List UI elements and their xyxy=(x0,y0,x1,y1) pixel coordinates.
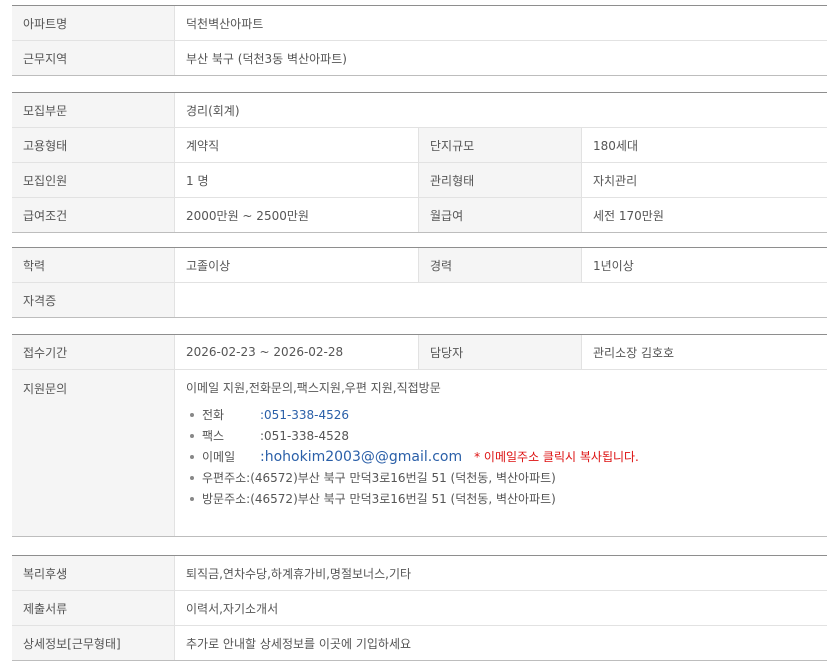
application-table: 접수기간 2026-02-23 ~ 2026-02-28 담당자 관리소장 김호… xyxy=(12,334,827,537)
list-item: 이메일 :hohokim2003@@gmail.com * 이메일주소 클릭시 … xyxy=(186,446,639,467)
salary-value: 2000만원 ~ 2500만원 xyxy=(174,198,418,232)
email-copy-note: * 이메일주소 클릭시 복사됩니다. xyxy=(474,450,639,464)
fax-label: 팩스 xyxy=(202,429,225,443)
period-value: 2026-02-23 ~ 2026-02-28 xyxy=(174,335,418,369)
contact-methods: 이메일 지원,전화문의,팩스지원,우편 지원,직접방문 xyxy=(186,381,441,395)
fax-value: :051-338-4528 xyxy=(260,428,350,443)
visit-value: :(46572)부산 북구 만덕3로16번길 51 (덕천동, 벽산아파트) xyxy=(246,492,556,506)
etc-table: 복리후생 퇴직금,연차수당,하계휴가비,명절보너스,기타 제출서류 이력서,자기… xyxy=(12,555,827,661)
detail-value: 추가로 안내할 상세정보를 이곳에 기입하세요 xyxy=(174,626,827,660)
list-item: 전화 :051-338-4526 xyxy=(186,404,639,425)
bullet-icon xyxy=(190,412,194,417)
apt-label: 아파트명 xyxy=(12,6,174,40)
period-label: 접수기간 xyxy=(12,335,174,369)
list-item: 팩스 :051-338-4528 xyxy=(186,425,639,446)
emp-type-label: 고용형태 xyxy=(12,128,174,162)
education-value: 고졸이상 xyxy=(174,248,418,282)
bullet-icon xyxy=(190,433,194,438)
certificate-value xyxy=(174,283,827,317)
career-value: 1년이상 xyxy=(581,248,827,282)
salary-label: 급여조건 xyxy=(12,198,174,232)
area-label: 근무지역 xyxy=(12,41,174,75)
monthly-salary-label: 월급여 xyxy=(418,198,581,232)
phone-label: 전화 xyxy=(202,408,225,422)
headcount-value: 1 명 xyxy=(174,163,418,197)
phone-link[interactable]: :051-338-4526 xyxy=(260,408,349,422)
qualification-table: 학력 고졸이상 경력 1년이상 자격증 xyxy=(12,247,827,318)
email-link[interactable]: :hohokim2003@@gmail.com xyxy=(260,449,462,465)
welfare-label: 복리후생 xyxy=(12,556,174,590)
area-value: 부산 북구 (덕천3동 벽산아파트) xyxy=(174,41,827,75)
mgmt-type-value: 자치관리 xyxy=(581,163,827,197)
manager-value: 관리소장 김호호 xyxy=(581,335,827,369)
complex-size-label: 단지규모 xyxy=(418,128,581,162)
contact-value: 이메일 지원,전화문의,팩스지원,우편 지원,직접방문 전화 :051-338-… xyxy=(174,370,827,536)
location-table: 아파트명 덕천벽산아파트 근무지역 부산 북구 (덕천3동 벽산아파트) xyxy=(12,5,827,76)
contact-list: 전화 :051-338-4526 팩스 :051-338-4528 이메일 :h… xyxy=(186,404,639,509)
apt-value: 덕천벽산아파트 xyxy=(174,6,827,40)
emp-type-value: 계약직 xyxy=(174,128,418,162)
detail-label: 상세정보[근무형태] xyxy=(12,626,174,660)
bullet-icon xyxy=(190,496,194,501)
documents-value: 이력서,자기소개서 xyxy=(174,591,827,625)
recruit-table: 모집부문 경리(회계) 고용형태 계약직 단지규모 180세대 모집인원 1 명… xyxy=(12,92,827,233)
bullet-icon xyxy=(190,454,194,459)
monthly-salary-value: 세전 170만원 xyxy=(581,198,827,232)
list-item: 우편주소 :(46572)부산 북구 만덕3로16번길 51 (덕천동, 벽산아… xyxy=(186,467,639,488)
manager-label: 담당자 xyxy=(418,335,581,369)
education-label: 학력 xyxy=(12,248,174,282)
list-item: 방문주소 :(46572)부산 북구 만덕3로16번길 51 (덕천동, 벽산아… xyxy=(186,488,639,509)
certificate-label: 자격증 xyxy=(12,283,174,317)
contact-label: 지원문의 xyxy=(12,370,174,536)
dept-label: 모집부문 xyxy=(12,93,174,127)
email-label: 이메일 xyxy=(202,450,236,464)
career-label: 경력 xyxy=(418,248,581,282)
complex-size-value: 180세대 xyxy=(581,128,827,162)
headcount-label: 모집인원 xyxy=(12,163,174,197)
mgmt-type-label: 관리형태 xyxy=(418,163,581,197)
post-value: :(46572)부산 북구 만덕3로16번길 51 (덕천동, 벽산아파트) xyxy=(246,471,556,485)
post-label: 우편주소 xyxy=(202,471,247,485)
dept-value: 경리(회계) xyxy=(174,93,827,127)
visit-label: 방문주소 xyxy=(202,492,247,506)
welfare-value: 퇴직금,연차수당,하계휴가비,명절보너스,기타 xyxy=(174,556,827,590)
bullet-icon xyxy=(190,475,194,480)
documents-label: 제출서류 xyxy=(12,591,174,625)
